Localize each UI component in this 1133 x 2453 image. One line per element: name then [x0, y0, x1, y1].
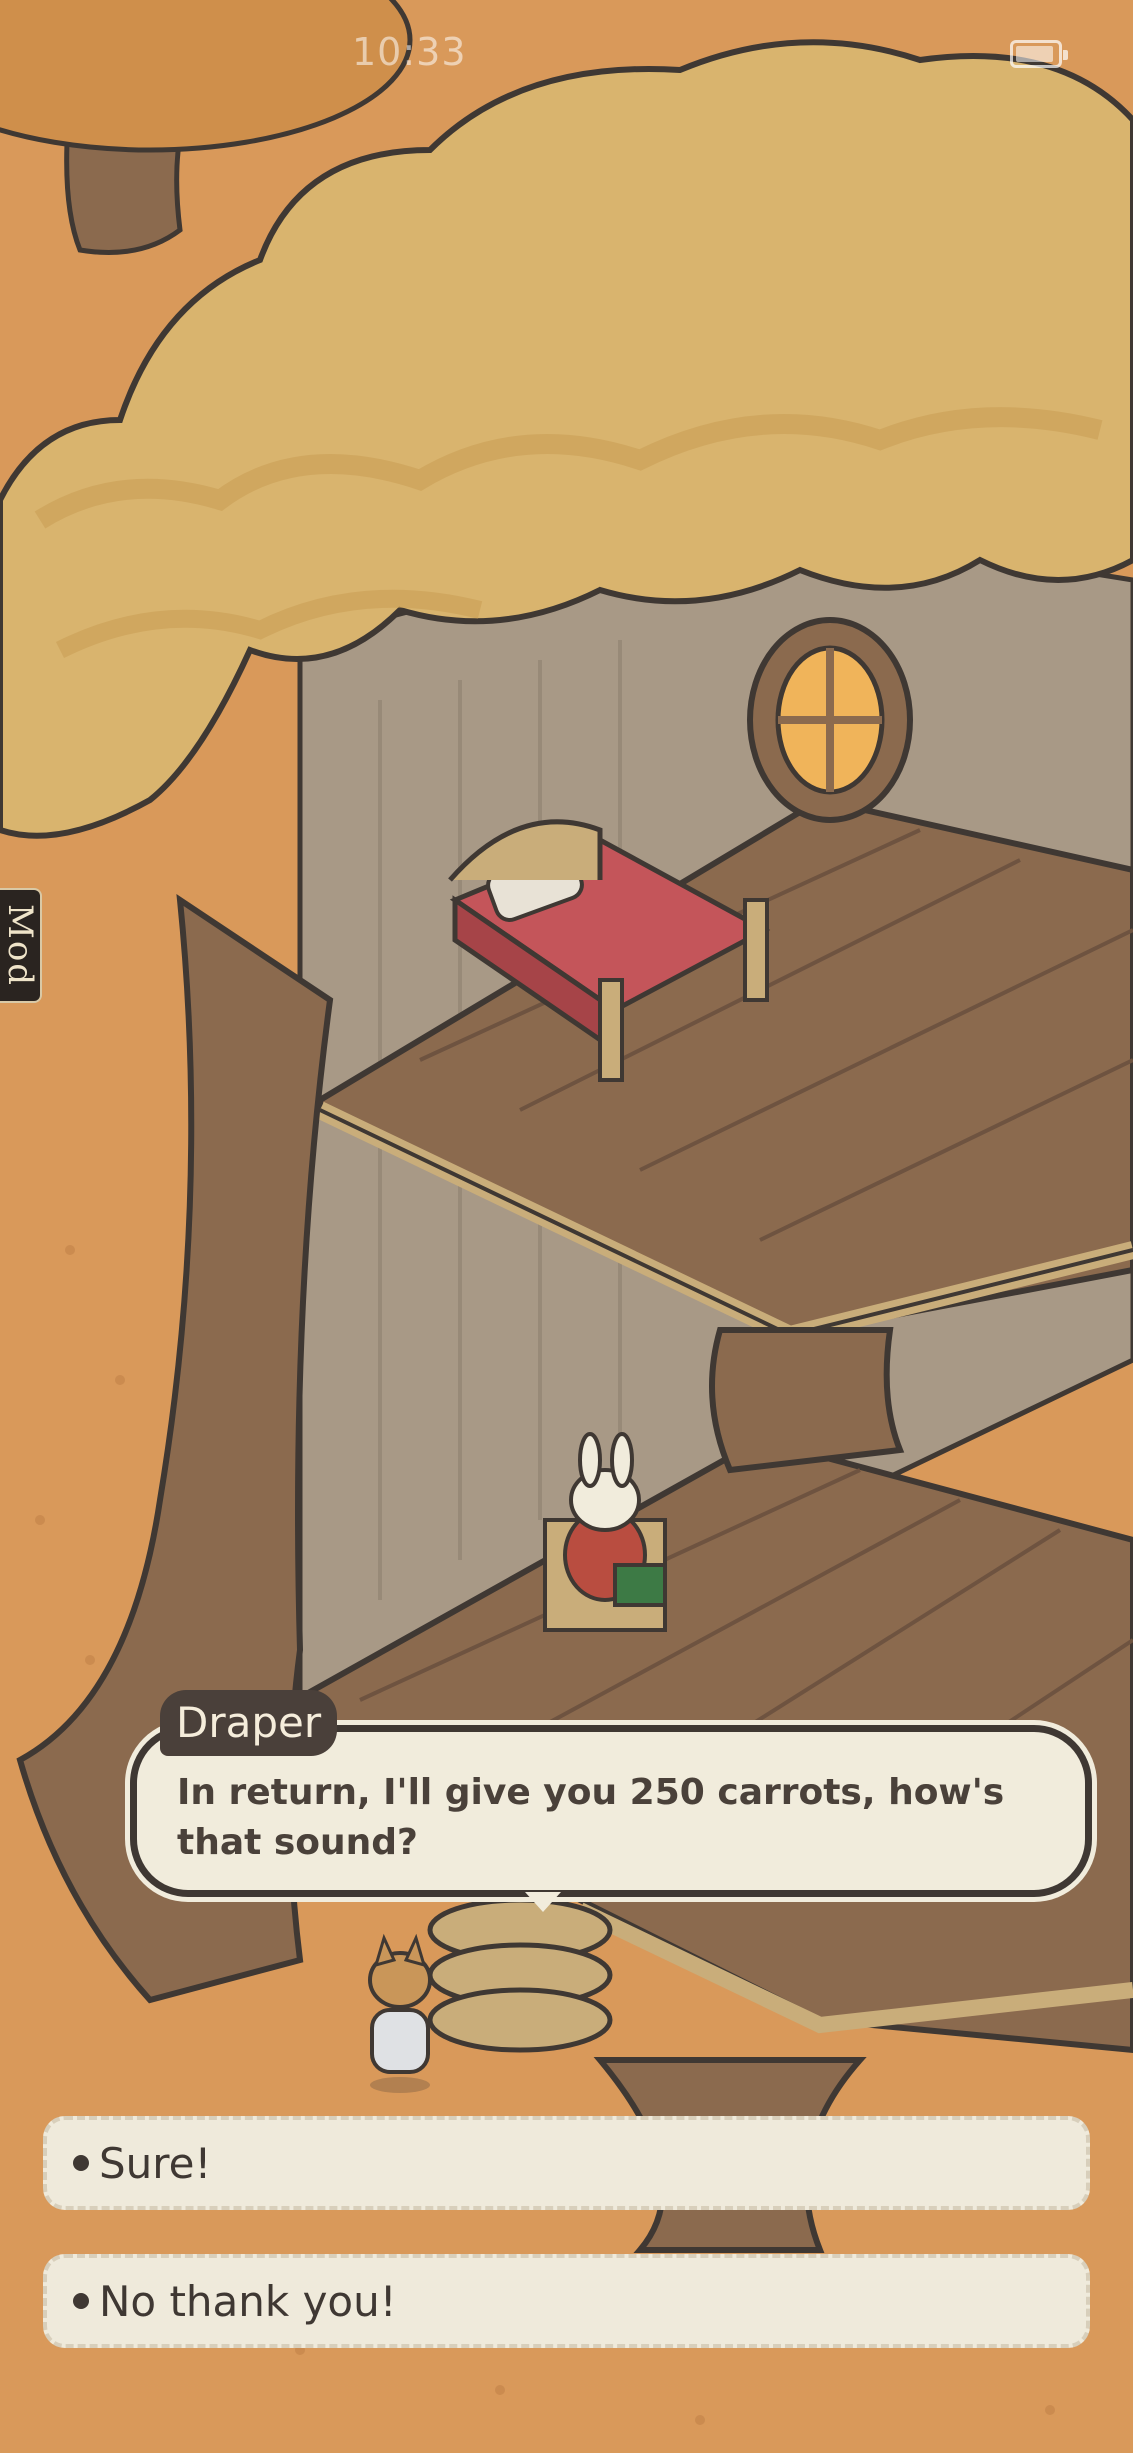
mod-menu-tab[interactable]: Mod: [0, 888, 42, 1003]
bullet-icon: [73, 2293, 89, 2309]
speaker-name-tag: Draper: [160, 1690, 338, 1756]
choice-label: Sure!: [99, 2138, 212, 2188]
bullet-icon: [73, 2155, 89, 2171]
battery-level: [1016, 46, 1053, 62]
game-scene: [0, 0, 1133, 2453]
battery-charging-icon: [1010, 40, 1068, 68]
stairs: [427, 1897, 613, 2053]
status-bar-time: 10:33: [352, 30, 467, 74]
choice-no-thank-you-button[interactable]: No thank you!: [43, 2254, 1090, 2348]
choice-sure-button[interactable]: Sure!: [43, 2116, 1090, 2210]
dialog-text: In return, I'll give you 250 carrots, ho…: [177, 1772, 1005, 1863]
choice-label: No thank you!: [99, 2276, 397, 2326]
round-window: [747, 617, 913, 823]
dialog-tail: [525, 1892, 561, 1912]
player-fox-character: [368, 1933, 432, 2093]
mod-tab-label: Mod: [0, 903, 40, 988]
